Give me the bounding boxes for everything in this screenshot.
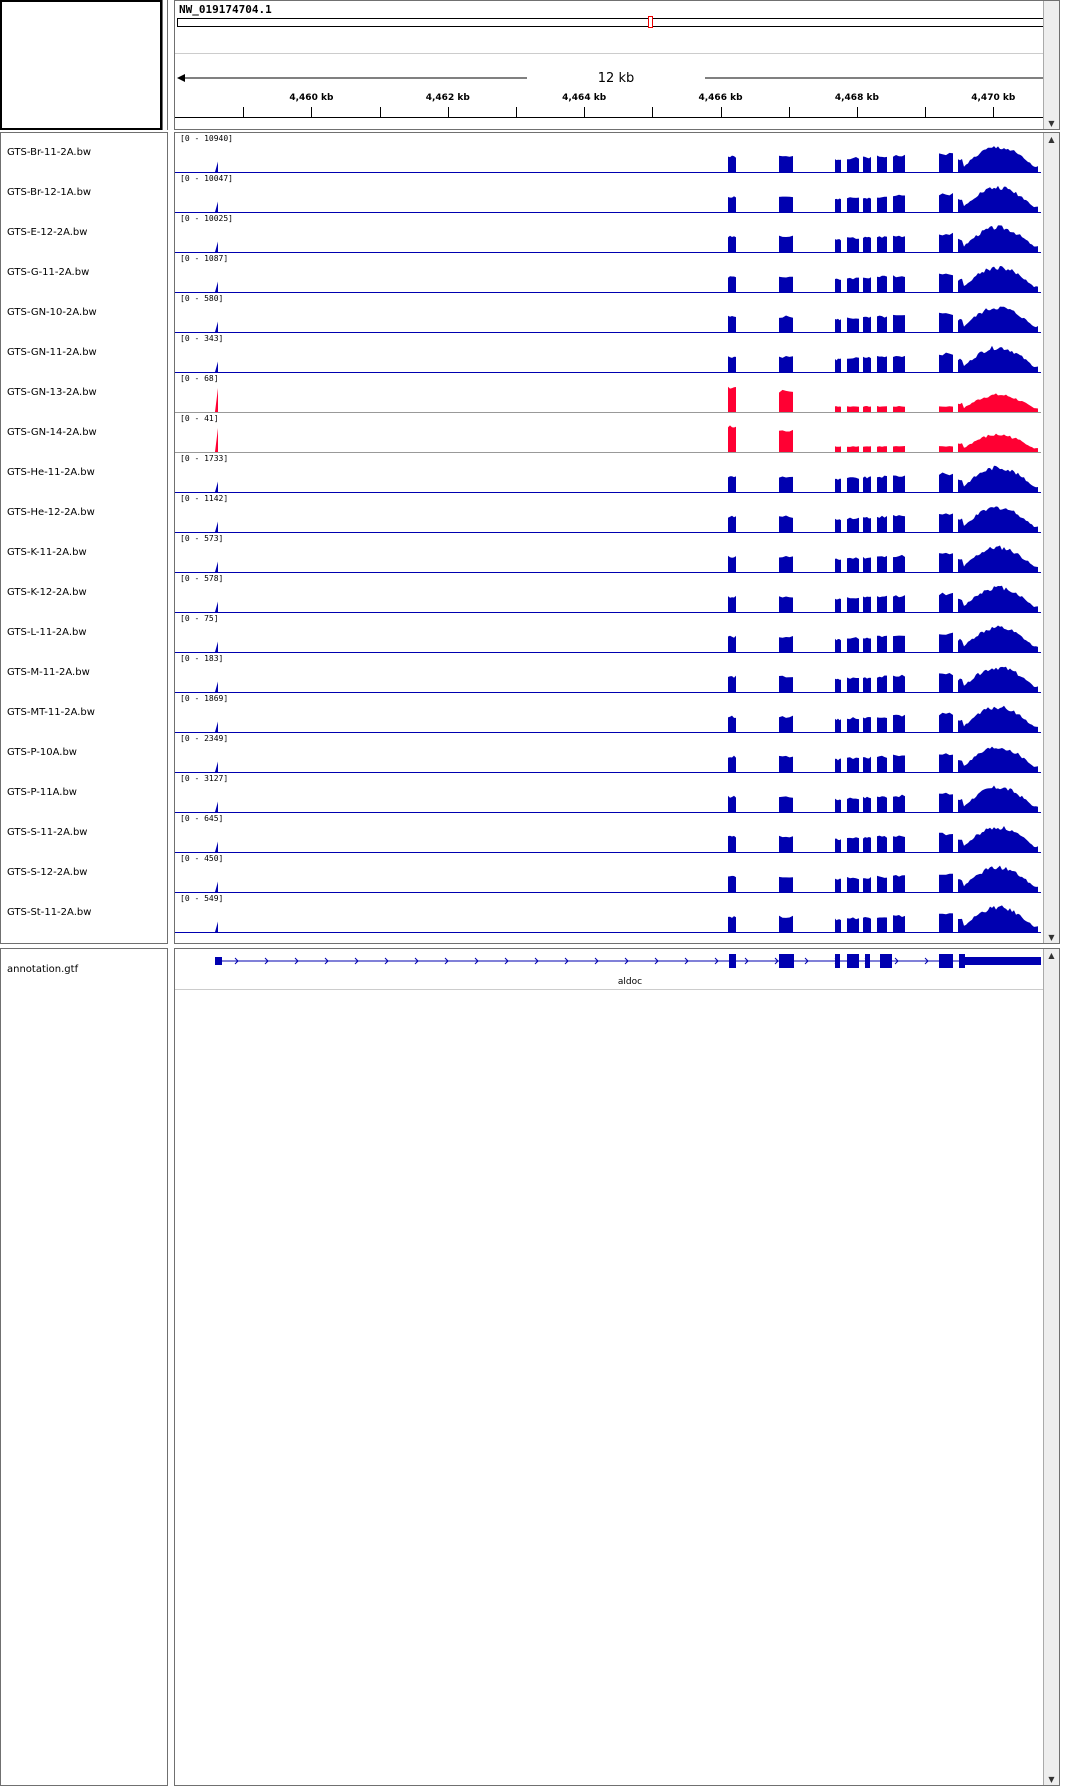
track-data-range: [0 - 183] — [180, 654, 224, 663]
track-name[interactable]: GTS-G-11-2A.bw — [7, 267, 89, 278]
gene-exon[interactable] — [880, 954, 892, 968]
track-name[interactable]: GTS-K-11-2A.bw — [7, 547, 87, 558]
gene-track-separator — [175, 989, 1057, 990]
ruler-tick-label: 4,460 kb — [289, 93, 334, 103]
scroll-up-icon[interactable]: ▲ — [1044, 133, 1059, 145]
ruler-tick-mark — [856, 107, 858, 117]
gene-exon[interactable] — [939, 954, 953, 968]
gene-name-label: aldoc — [617, 977, 643, 987]
track-data-range: [0 - 68] — [180, 374, 219, 383]
scroll-down-icon[interactable]: ▼ — [1044, 1773, 1059, 1785]
ruler-tick-mark — [720, 107, 722, 117]
track-data-range: [0 - 75] — [180, 614, 219, 623]
track-data-range: [0 - 2349] — [180, 734, 229, 743]
track-name[interactable]: GTS-S-12-2A.bw — [7, 867, 87, 878]
scroll-down-icon[interactable]: ▼ — [1044, 931, 1059, 943]
ruler-tick-mark — [788, 107, 790, 117]
ruler-tick-mark — [584, 107, 586, 117]
track-name[interactable]: GTS-GN-11-2A.bw — [7, 347, 97, 358]
track-name[interactable]: GTS-GN-10-2A.bw — [7, 307, 97, 318]
track-name[interactable]: GTS-Br-12-1A.bw — [7, 187, 91, 198]
track-data-range: [0 - 343] — [180, 334, 224, 343]
gene-exon[interactable] — [779, 954, 794, 968]
gene-exon[interactable] — [965, 957, 1041, 965]
track-data-range: [0 - 1733] — [180, 454, 229, 463]
gene-exon[interactable] — [847, 954, 859, 968]
feature-name-panel: annotation.gtf — [0, 948, 168, 1786]
header-name-panel — [0, 0, 162, 130]
gene-exon[interactable] — [215, 957, 222, 965]
ruler-tick-label: 4,466 kb — [698, 93, 743, 103]
ruler-baseline — [175, 117, 1057, 118]
chromosome-ideogram[interactable] — [177, 16, 1057, 28]
track-name[interactable]: GTS-Br-11-2A.bw — [7, 147, 91, 158]
ruler-tick-mark — [243, 107, 245, 117]
track-data-range: [0 - 549] — [180, 894, 224, 903]
track-data-range: [0 - 10940] — [180, 134, 233, 143]
track-data-range: [0 - 41] — [180, 414, 219, 423]
ruler-tick-label: 4,464 kb — [562, 93, 607, 103]
track-name[interactable]: GTS-P-11A.bw — [7, 787, 77, 798]
gene-exon[interactable] — [959, 954, 965, 968]
gene-track-svg[interactable] — [175, 949, 1057, 989]
data-scrollbar[interactable]: ▲ ▼ — [1043, 133, 1059, 943]
track-data-range: [0 - 645] — [180, 814, 224, 823]
track-name[interactable]: GTS-GN-13-2A.bw — [7, 387, 97, 398]
gene-exon[interactable] — [865, 954, 870, 968]
track-data-range: [0 - 1142] — [180, 494, 229, 503]
span-label: 12 kb — [593, 71, 639, 86]
track-data-range: [0 - 573] — [180, 534, 224, 543]
ideogram-separator — [175, 53, 1057, 54]
ruler-tick-mark — [515, 107, 517, 117]
track-data-range: [0 - 10047] — [180, 174, 233, 183]
track-name[interactable]: GTS-He-11-2A.bw — [7, 467, 95, 478]
data-name-panel: GTS-Br-11-2A.bw GTS-Br-12-1A.bw GTS-E-12-2… — [0, 132, 168, 944]
track-data-range: [0 - 580] — [180, 294, 224, 303]
track-name[interactable]: GTS-L-11-2A.bw — [7, 627, 87, 638]
ruler-tick-label: 4,468 kb — [834, 93, 879, 103]
track-name[interactable]: GTS-P-10A.bw — [7, 747, 77, 758]
track-names: GTS-Br-11-2A.bw GTS-Br-12-1A.bw GTS-E-12-2… — [1, 133, 167, 943]
track-data-range: [0 - 10025] — [180, 214, 233, 223]
track-name[interactable]: GTS-GN-14-2A.bw — [7, 427, 97, 438]
scroll-down-icon[interactable]: ▼ — [1044, 117, 1059, 129]
annotation-track-name[interactable]: annotation.gtf — [7, 964, 78, 975]
ruler-tick-mark — [379, 107, 381, 117]
ruler-tick-mark — [652, 107, 654, 117]
scroll-up-icon[interactable]: ▲ — [1044, 949, 1059, 961]
track-name[interactable]: GTS-S-11-2A.bw — [7, 827, 87, 838]
track-name[interactable]: GTS-K-12-2A.bw — [7, 587, 87, 598]
ideogram-current-region[interactable] — [648, 16, 653, 28]
feature-track-panel: aldoc ▲ ▼ — [174, 948, 1060, 1786]
track-name[interactable]: GTS-He-12-2A.bw — [7, 507, 95, 518]
track-ranges: [0 - 10940] [0 - 10047] [0 - 10025] [0 - 10… — [175, 133, 1055, 943]
chromosome-name: NW_019174704.1 — [179, 3, 272, 16]
ruler-tick-mark — [311, 107, 313, 117]
track-name[interactable]: GTS-M-11-2A.bw — [7, 667, 90, 678]
track-name[interactable]: GTS-MT-11-2A.bw — [7, 707, 95, 718]
ruler-tick-mark — [447, 107, 449, 117]
ruler-tick-label: 4,470 kb — [971, 93, 1016, 103]
track-data-range: [0 - 1869] — [180, 694, 229, 703]
header-ruler-panel: NW_019174704.1 12 kb 4,460 kb 4,462 kb 4,4… — [174, 0, 1060, 130]
ruler-tick-mark — [993, 107, 995, 117]
feature-scrollbar[interactable]: ▲ ▼ — [1043, 949, 1059, 1785]
data-track-panel: [0 - 10940] [0 - 10047] [0 - 10025] [0 - 10… — [174, 132, 1060, 944]
ruler-tick-label: 4,462 kb — [425, 93, 470, 103]
header-scrollbar[interactable]: ▼ — [1043, 1, 1059, 129]
ruler-tick-mark — [925, 107, 927, 117]
gene-exon[interactable] — [835, 954, 840, 968]
track-data-range: [0 - 578] — [180, 574, 224, 583]
track-name[interactable]: GTS-St-11-2A.bw — [7, 907, 91, 918]
track-data-range: [0 - 1087] — [180, 254, 229, 263]
track-data-range: [0 - 450] — [180, 854, 224, 863]
track-data-range: [0 - 3127] — [180, 774, 229, 783]
header-divider — [162, 0, 168, 130]
track-name[interactable]: GTS-E-12-2A.bw — [7, 227, 87, 238]
gene-exon[interactable] — [729, 954, 736, 968]
